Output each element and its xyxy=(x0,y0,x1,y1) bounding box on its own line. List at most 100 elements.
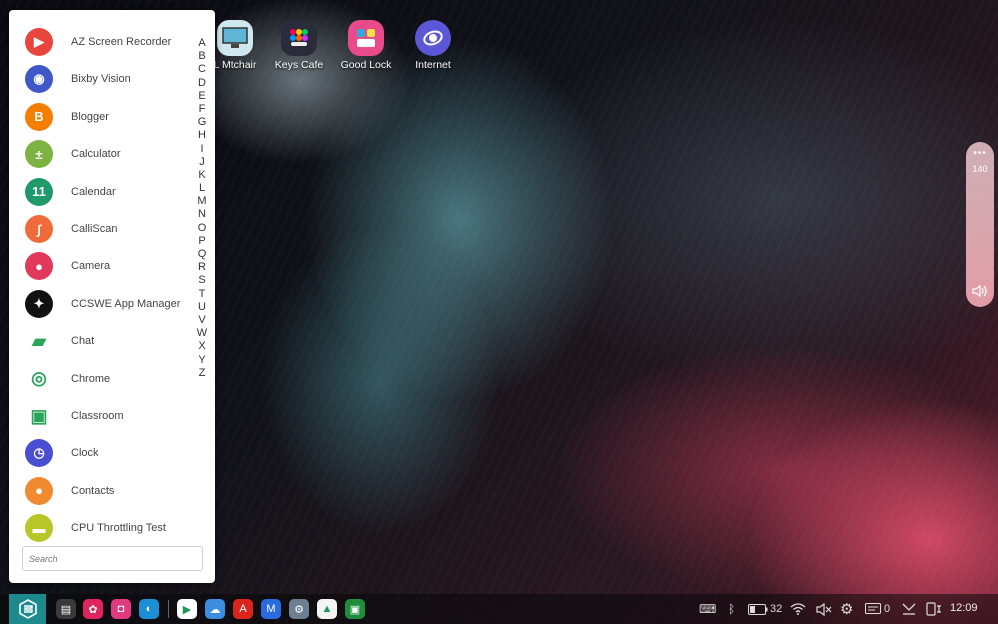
taskbar: ▤ ✿ ◘ ◐ ▶ ☁ A M ⚙ ▲ ▣ ⌨ ᛒ 32 ⚙ 0 12:09 xyxy=(0,594,998,624)
speaker-icon[interactable] xyxy=(966,284,994,301)
alphabet-letter[interactable]: I xyxy=(196,143,208,156)
app-item[interactable]: ▬ CPU Throttling Test xyxy=(25,513,203,543)
app-item[interactable]: ▶ AZ Screen Recorder xyxy=(25,27,203,57)
alphabet-letter[interactable]: P xyxy=(196,235,208,248)
alphabet-letter[interactable]: W xyxy=(196,327,208,340)
app-item[interactable]: ◉ Bixby Vision xyxy=(25,64,203,94)
wifi-icon[interactable] xyxy=(790,601,806,617)
app-item[interactable]: ◷ Clock xyxy=(25,438,203,468)
alphabet-letter[interactable]: Z xyxy=(196,367,208,380)
clock-time[interactable]: 12:09 xyxy=(950,602,978,614)
alphabet-letter[interactable]: J xyxy=(196,156,208,169)
alphabet-letter[interactable]: B xyxy=(196,50,208,63)
alphabet-letter[interactable]: M xyxy=(196,195,208,208)
alphabet-letter[interactable]: K xyxy=(196,169,208,182)
alphabet-index[interactable]: ABCDEFGHIJKLMNOPQRSTUVWXYZ xyxy=(196,37,208,380)
internet-desktop-shortcut[interactable]: Internet xyxy=(398,20,468,71)
taskbar-petal-icon[interactable]: ✿ xyxy=(83,599,103,619)
classroom-icon: ▣ xyxy=(25,402,53,430)
app-item-label: CPU Throttling Test xyxy=(71,522,166,535)
app-item-label: Bixby Vision xyxy=(71,73,131,86)
app-item[interactable]: ± Calculator xyxy=(25,139,203,169)
app-item-label: Clock xyxy=(71,447,99,460)
app-item[interactable]: 11 Calendar xyxy=(25,177,203,207)
alphabet-letter[interactable]: Y xyxy=(196,354,208,367)
taskbar-edge-icon[interactable]: ◐ xyxy=(139,599,159,619)
camera-icon: ● xyxy=(25,252,53,281)
taskbar-drive-icon[interactable]: ▲ xyxy=(317,599,337,619)
alphabet-letter[interactable]: C xyxy=(196,63,208,76)
alphabet-letter[interactable]: L xyxy=(196,182,208,195)
taskbar-settings-icon[interactable]: ⚙ xyxy=(289,599,309,619)
alphabet-letter[interactable]: F xyxy=(196,103,208,116)
good-lock-desktop-shortcut[interactable]: Good Lock xyxy=(331,20,401,71)
alphabet-letter[interactable]: Q xyxy=(196,248,208,261)
settings-icon[interactable]: ⚙ xyxy=(840,601,853,618)
app-item[interactable]: ● Contacts xyxy=(25,476,203,506)
alphabet-letter[interactable]: V xyxy=(196,314,208,327)
app-item-label: CalliScan xyxy=(71,223,118,235)
start-button[interactable] xyxy=(9,594,46,624)
calendar-icon: 11 xyxy=(25,177,53,206)
alphabet-letter[interactable]: R xyxy=(196,261,208,274)
app-item-label: CCSWE App Manager xyxy=(71,297,181,310)
alphabet-letter[interactable]: H xyxy=(196,129,208,142)
alphabet-letter[interactable]: U xyxy=(196,301,208,314)
desktop-icon-label: Good Lock xyxy=(340,59,392,71)
desktop-icon-label: Keys Cafe xyxy=(274,59,324,71)
taskbar-acrobat-icon[interactable]: A xyxy=(233,599,253,619)
notifications-count: 0 xyxy=(884,603,891,615)
volume-panel[interactable]: ••• 140 xyxy=(966,142,994,307)
app-item-label: AZ Screen Recorder xyxy=(71,36,172,48)
alphabet-letter[interactable]: O xyxy=(196,222,208,235)
az-screen-recorder-icon: ▶ xyxy=(25,28,53,56)
blogger-icon: B xyxy=(25,102,53,131)
alphabet-letter[interactable]: X xyxy=(196,340,208,353)
app-item-label: Chrome xyxy=(71,372,111,385)
volume-value: 140 xyxy=(972,164,988,174)
alphabet-letter[interactable]: G xyxy=(196,116,208,129)
alphabet-letter[interactable]: A xyxy=(196,37,208,50)
app-item[interactable]: ▣ Classroom xyxy=(25,401,203,431)
good-lock-icon xyxy=(348,20,384,56)
download-icon[interactable] xyxy=(902,601,916,617)
battery-indicator[interactable]: 32 xyxy=(748,601,782,617)
app-item-label: Calculator xyxy=(71,148,121,161)
screen-rotation-icon[interactable] xyxy=(926,601,942,617)
app-item-label: Calendar xyxy=(71,185,116,198)
battery-level: 32 xyxy=(770,603,783,615)
app-item[interactable]: ● Camera xyxy=(25,251,203,281)
clock-icon: ◷ xyxy=(25,439,53,468)
notifications-button[interactable]: 0 xyxy=(865,601,890,617)
ccswe-app-manager-icon: ✦ xyxy=(25,289,53,318)
app-item-label: Classroom xyxy=(71,410,124,422)
app-item[interactable]: ∫ CalliScan xyxy=(25,214,203,244)
alphabet-letter[interactable]: N xyxy=(196,208,208,221)
alphabet-letter[interactable]: S xyxy=(196,274,208,287)
app-item[interactable]: ◎ Chrome xyxy=(25,364,203,394)
mute-icon[interactable] xyxy=(816,601,832,617)
taskbar-play-store-icon[interactable]: ▶ xyxy=(177,599,197,619)
app-item[interactable]: B Blogger xyxy=(25,102,203,132)
alphabet-letter[interactable]: D xyxy=(196,77,208,90)
keyboard-icon[interactable]: ⌨ xyxy=(699,601,716,617)
taskbar-files-icon[interactable]: ▤ xyxy=(56,599,76,619)
desktop-icon-label: Internet xyxy=(415,59,451,71)
app-search-input[interactable] xyxy=(22,546,203,571)
alphabet-letter[interactable]: E xyxy=(196,90,208,103)
app-item[interactable]: ▰ Chat xyxy=(25,326,203,356)
alphabet-letter[interactable]: T xyxy=(196,288,208,301)
bluetooth-icon[interactable]: ᛒ xyxy=(728,601,735,617)
taskbar-m-app-icon[interactable]: M xyxy=(261,599,281,619)
keys-cafe-icon xyxy=(281,20,317,56)
keys-cafe-desktop-shortcut[interactable]: Keys Cafe xyxy=(264,20,334,71)
bixby-vision-icon: ◉ xyxy=(25,65,53,94)
monitor-icon xyxy=(217,20,253,56)
app-item[interactable]: ✦ CCSWE App Manager xyxy=(25,289,203,319)
volume-menu-icon[interactable]: ••• xyxy=(966,148,994,159)
samsung-dex-icon xyxy=(18,599,37,619)
taskbar-classroom-icon[interactable]: ▣ xyxy=(345,599,365,619)
taskbar-weather-icon[interactable]: ☁ xyxy=(205,599,225,619)
taskbar-galaxy-store-icon[interactable]: ◘ xyxy=(111,599,131,619)
app-item-label: Chat xyxy=(71,335,95,348)
